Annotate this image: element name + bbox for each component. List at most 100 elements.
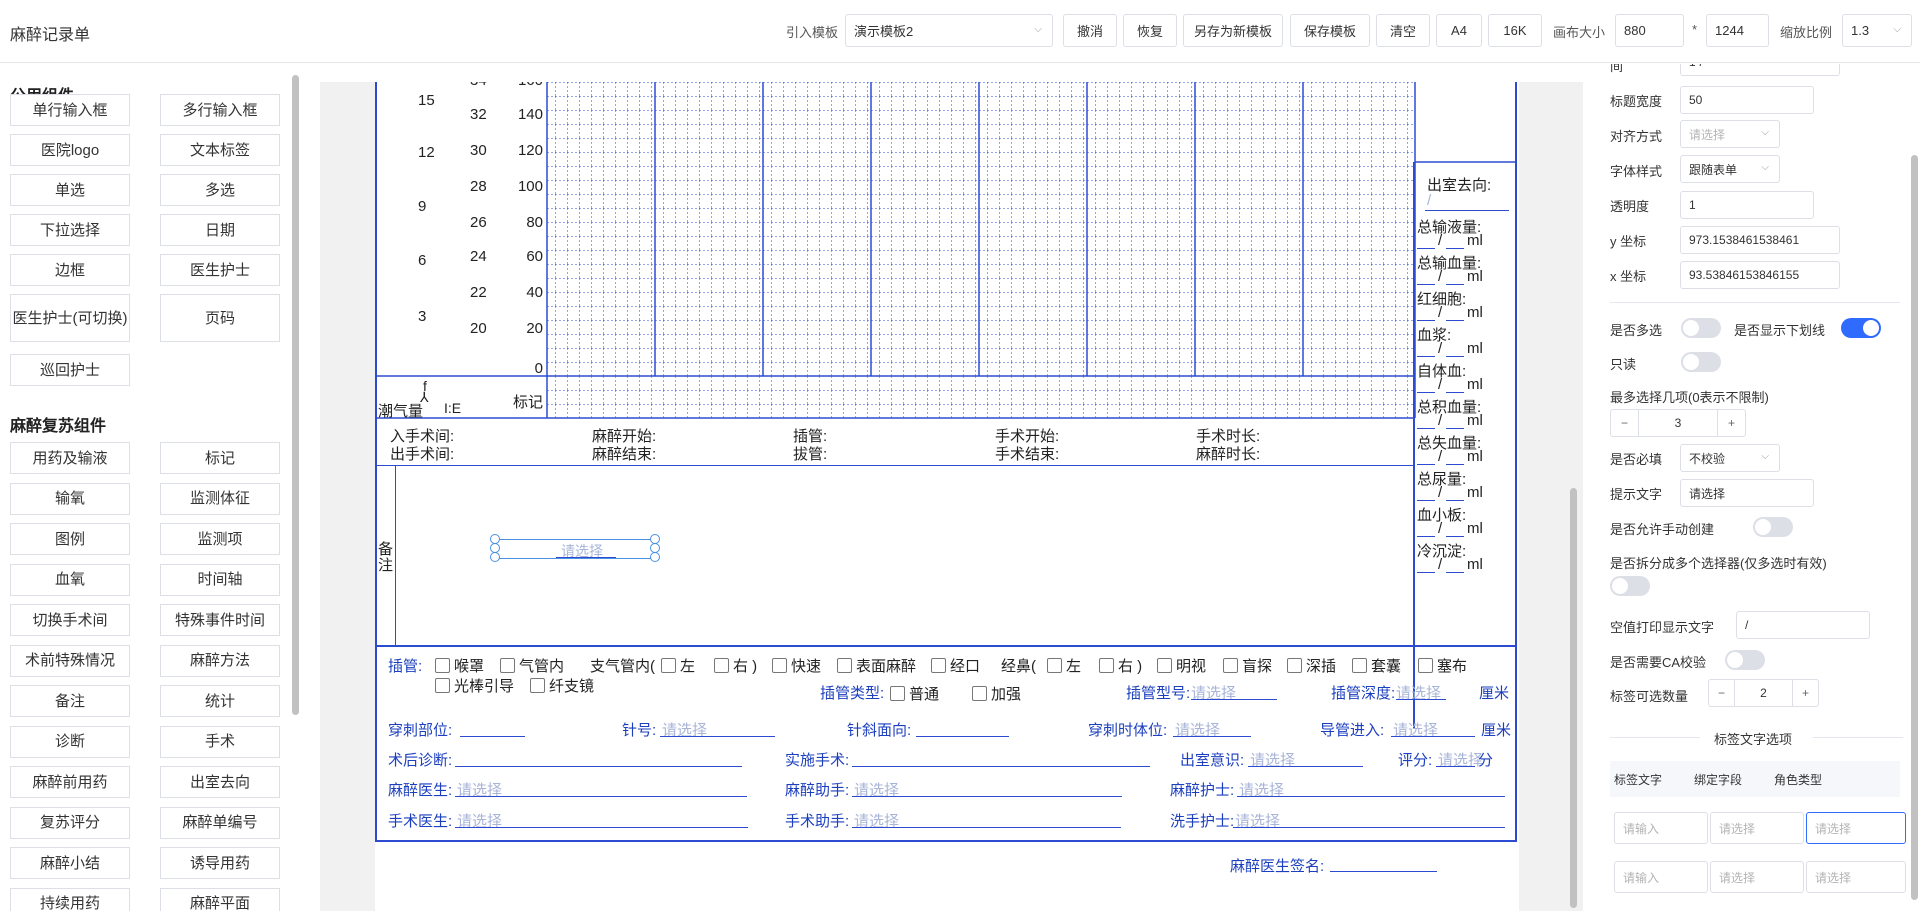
resize-handle[interactable] [490,543,500,553]
template-select[interactable]: 演示模板2 ⌵ [845,14,1053,47]
component-anes-13[interactable]: 备注 [10,685,130,717]
component-anes-17[interactable]: 麻醉前用药 [10,766,130,798]
empty-print-input[interactable]: / [1736,611,1870,639]
16k-button[interactable]: 16K [1488,14,1542,47]
intubation-option[interactable]: 套囊 [1352,655,1401,676]
readonly-toggle[interactable] [1681,352,1721,372]
intubation-option[interactable]: 气管内 [500,655,564,676]
checkbox[interactable] [435,658,450,673]
selected-select-field[interactable]: 请选择 [495,539,655,559]
component-anes-9[interactable]: 切换手术间 [10,604,130,636]
checkbox[interactable] [1157,658,1172,673]
tag-text-input[interactable]: 请输入 [1614,812,1708,844]
component-9[interactable]: 边框 [10,254,130,286]
component-anes-18[interactable]: 出室去向 [160,766,280,798]
checkbox[interactable] [1047,658,1062,673]
checkbox[interactable] [931,658,946,673]
x-coordinate-input[interactable]: 93.53846153846155 [1680,261,1840,289]
opacity-input[interactable]: 1 [1680,191,1814,219]
component-anes-2[interactable]: 标记 [160,442,280,474]
tag-count-stepper[interactable]: − 2 + [1708,679,1819,707]
font-style-select[interactable]: 跟随表单 ⌵ [1680,155,1780,183]
component-anes-16[interactable]: 手术 [160,725,280,758]
component-anes-21[interactable]: 麻醉小结 [10,847,130,879]
component-anes-8[interactable]: 时间轴 [160,563,280,596]
intubation-option[interactable]: 经口 [931,655,980,676]
manual-create-toggle[interactable] [1753,517,1793,537]
component-anes-22[interactable]: 诱导用药 [160,847,280,879]
bound-field-select[interactable]: 请选择 [1710,812,1804,844]
component-anes-10[interactable]: 特殊事件时间 [160,604,280,636]
intubation-option[interactable]: 纤支镜 [530,675,594,696]
undo-button[interactable]: 撤消 [1063,14,1117,47]
checkbox[interactable] [837,658,852,673]
clear-button[interactable]: 清空 [1376,14,1430,47]
component-anes-1[interactable]: 用药及输液 [10,442,130,474]
component-anes-5[interactable]: 图例 [10,523,130,555]
checkbox[interactable] [1223,658,1238,673]
max-select-stepper[interactable]: − 3 + [1610,409,1746,437]
checkbox[interactable] [1099,658,1114,673]
zoom-select[interactable]: 1.3 ⌵ [1842,14,1912,47]
intubation-option[interactable]: 光棒引导 [435,675,514,696]
ca-check-toggle[interactable] [1725,650,1765,670]
required-select[interactable]: 不校验 ⌵ [1680,444,1780,472]
checkbox[interactable] [1418,658,1433,673]
redo-button[interactable]: 恢复 [1123,14,1177,47]
component-anes-3[interactable]: 输氧 [10,482,130,515]
component-7[interactable]: 下拉选择 [10,214,130,246]
increment-button[interactable]: + [1717,410,1745,436]
align-select[interactable]: 请选择 ⌵ [1680,120,1780,148]
checkbox[interactable] [1287,658,1302,673]
resize-handle[interactable] [650,543,660,553]
decrement-button[interactable]: − [1709,680,1735,706]
component-11[interactable]: 医生护士(可切换) [10,294,130,342]
intubation-option[interactable]: 喉罩 [435,655,484,676]
component-anes-11[interactable]: 术前特殊情况 [10,644,130,677]
role-type-select[interactable]: 请选择 [1806,812,1906,844]
intubation-type-option[interactable]: 加强 [972,683,1021,704]
bound-field-select[interactable]: 请选择 [1710,861,1804,893]
intubation-option[interactable]: 快速 [772,655,821,676]
checkbox[interactable] [714,658,729,673]
checkbox[interactable] [500,658,515,673]
hint-text-input[interactable]: 请选择 [1680,479,1814,507]
split-selector-toggle[interactable] [1610,576,1650,596]
tag-text-input[interactable]: 请输入 [1614,861,1708,893]
intubation-option[interactable]: 塞布 [1418,655,1467,676]
resize-handle[interactable] [490,552,500,562]
component-anes-24[interactable]: 麻醉平面 [160,887,280,911]
component-1[interactable]: 单行输入框 [10,94,130,126]
intubation-option[interactable]: 右 ) [1099,655,1142,676]
checkbox[interactable] [1352,658,1367,673]
component-5[interactable]: 单选 [10,174,130,206]
checkbox[interactable] [772,658,787,673]
component-12[interactable]: 页码 [160,294,280,342]
canvas-width-input[interactable]: 880 [1615,14,1684,47]
component-anes-15[interactable]: 诊断 [10,725,130,758]
save-as-new-template-button[interactable]: 另存为新模板 [1183,14,1283,47]
component-13[interactable]: 巡回护士 [10,354,130,386]
intubation-type-option[interactable]: 普通 [890,683,939,704]
component-2[interactable]: 多行输入框 [160,94,280,126]
component-anes-6[interactable]: 监测项 [160,523,280,555]
partial-input[interactable]: 14 [1680,64,1840,76]
decrement-button[interactable]: − [1611,410,1639,436]
resize-handle[interactable] [650,552,660,562]
component-anes-12[interactable]: 麻醉方法 [160,644,280,677]
component-anes-7[interactable]: 血氧 [10,563,130,596]
component-anes-14[interactable]: 统计 [160,685,280,717]
component-6[interactable]: 多选 [160,174,280,206]
component-anes-19[interactable]: 复苏评分 [10,806,130,839]
y-coordinate-input[interactable]: 973.1538461538461 [1680,226,1840,254]
checkbox[interactable] [890,686,905,701]
left-scrollbar[interactable] [292,75,299,715]
checkbox[interactable] [972,686,987,701]
component-anes-23[interactable]: 持续用药 [10,887,130,911]
increment-button[interactable]: + [1792,680,1818,706]
title-width-input[interactable]: 50 [1680,86,1814,114]
intubation-option[interactable]: 表面麻醉 [837,655,916,676]
save-template-button[interactable]: 保存模板 [1290,14,1370,47]
intubation-option[interactable]: 左 [661,655,695,676]
multi-select-toggle[interactable] [1681,318,1721,338]
